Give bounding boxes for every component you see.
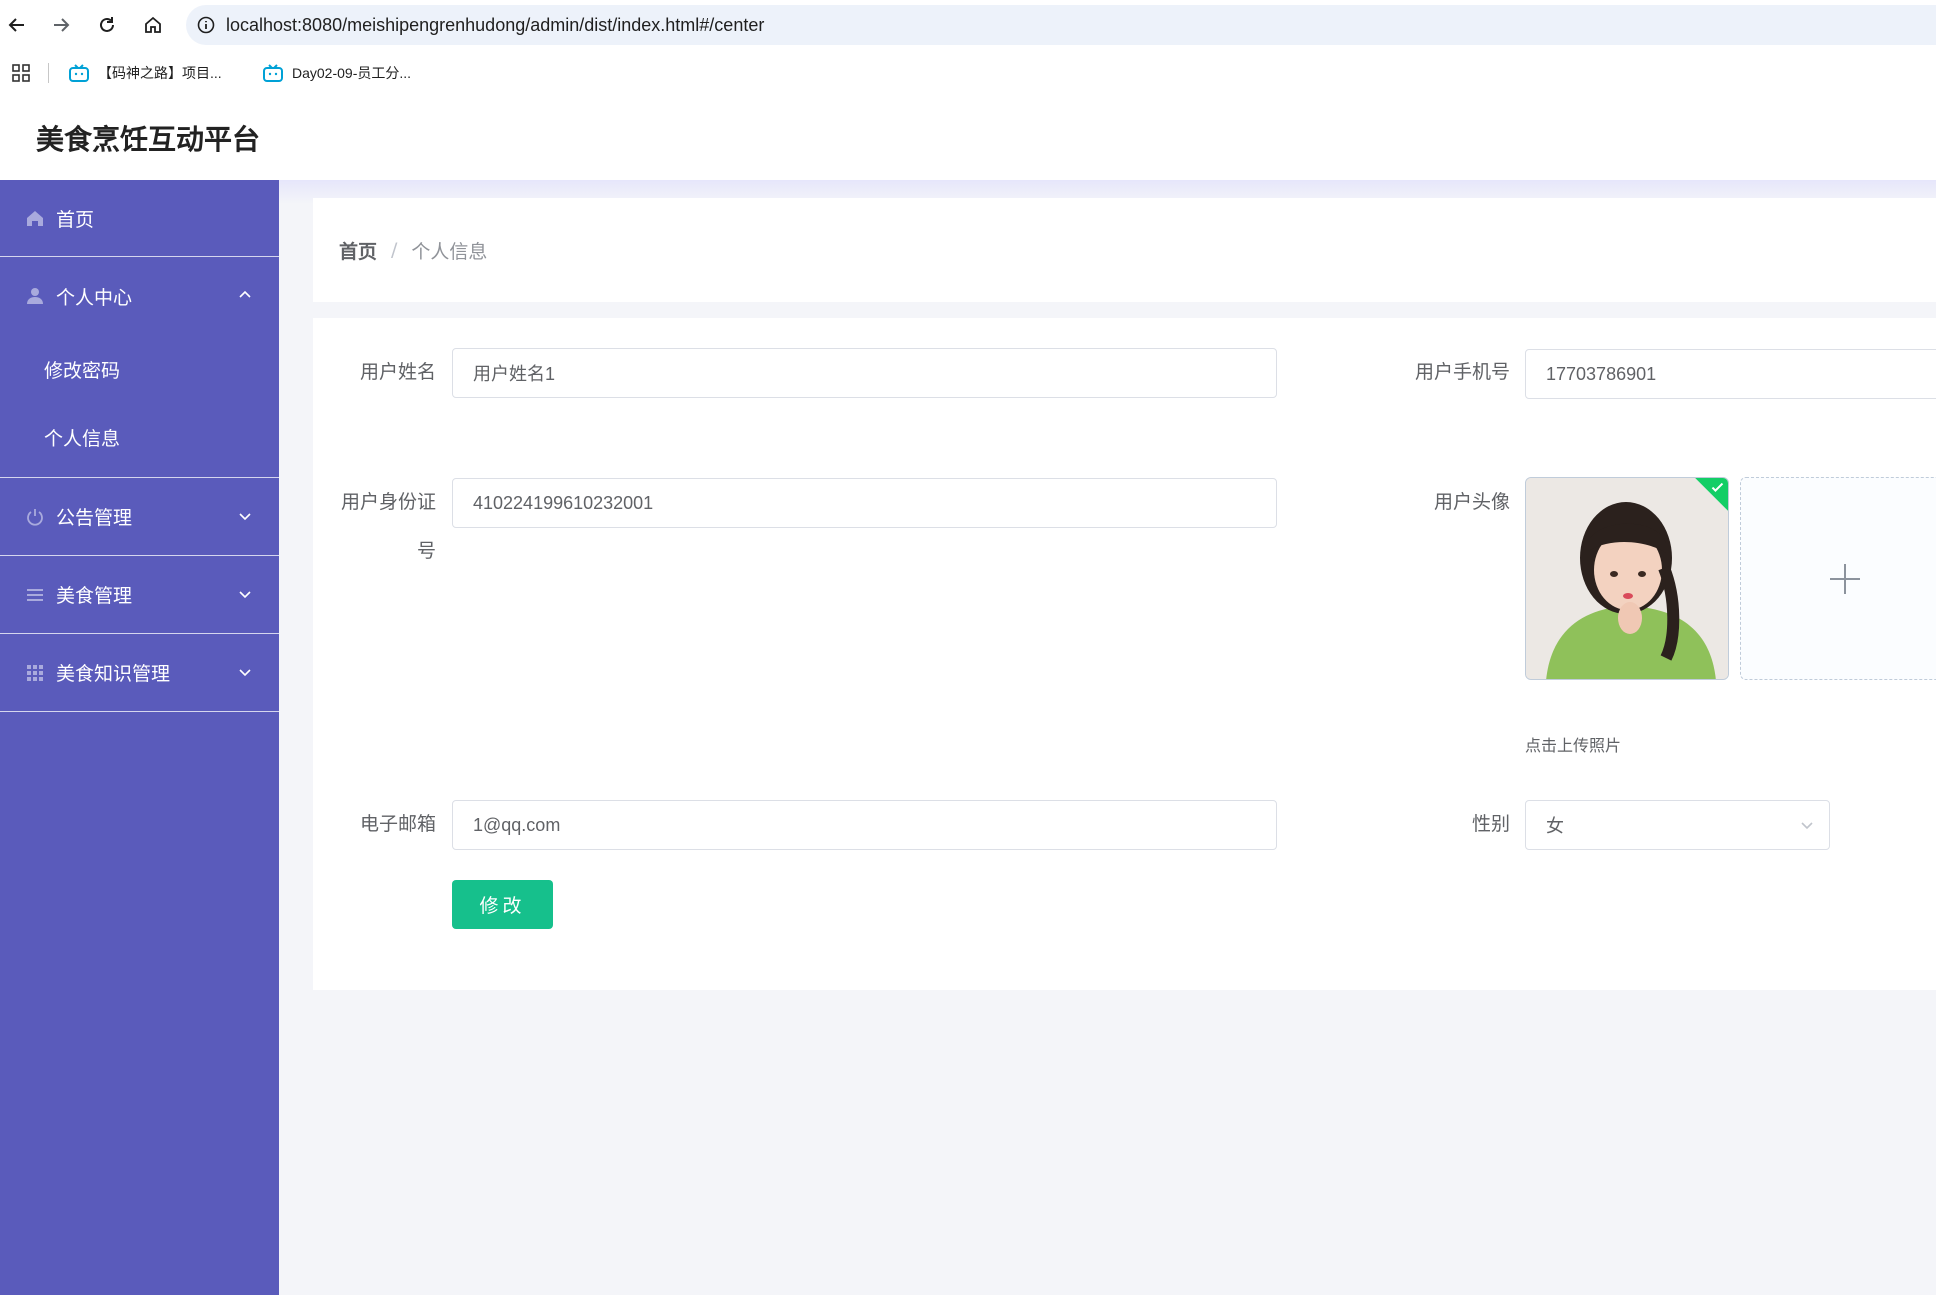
gender-select-value: 女 bbox=[1546, 816, 1564, 836]
sidebar-item-change-password[interactable]: 修改密码 bbox=[0, 335, 279, 403]
sidebar-item-profile[interactable]: 个人信息 bbox=[0, 403, 279, 471]
address-bar[interactable]: localhost:8080/meishipengrenhudong/admin… bbox=[186, 5, 1936, 45]
phone-input[interactable]: 17703786901 bbox=[1525, 349, 1936, 399]
user-icon bbox=[24, 285, 46, 307]
sidebar-item-notice[interactable]: 公告管理 bbox=[0, 478, 279, 556]
sidebar-item-label: 公告管理 bbox=[56, 507, 133, 529]
browser-toolbar: localhost:8080/meishipengrenhudong/admin… bbox=[0, 0, 1936, 50]
email-input[interactable]: 1@qq.com bbox=[452, 800, 1277, 850]
grid-icon bbox=[24, 662, 46, 684]
plus-icon bbox=[1830, 563, 1860, 594]
idcard-label: 用户身份证号 bbox=[340, 491, 436, 562]
chevron-up-icon bbox=[239, 290, 251, 298]
gender-select[interactable]: 女 bbox=[1525, 800, 1830, 850]
breadcrumb-current: 个人信息 bbox=[411, 240, 488, 263]
bookmarks-bar: 【码神之路】项目... Day02-09-员工分... bbox=[0, 52, 1936, 92]
bookmark-item[interactable]: Day02-09-员工分... bbox=[262, 60, 411, 86]
idcard-input[interactable]: 410224199610232001 bbox=[452, 478, 1277, 528]
sidebar-item-food-knowledge[interactable]: 美食知识管理 bbox=[0, 634, 279, 712]
avatar-image[interactable] bbox=[1525, 477, 1729, 680]
breadcrumb-separator: / bbox=[391, 239, 398, 261]
chevron-down-icon bbox=[1801, 822, 1813, 830]
bookmark-divider bbox=[48, 63, 49, 83]
apps-grid-icon[interactable] bbox=[10, 62, 32, 84]
sidebar-item-home[interactable]: 首页 bbox=[0, 180, 279, 257]
bookmark-item[interactable]: 【码神之路】项目... bbox=[68, 60, 222, 86]
sidebar-item-food[interactable]: 美食管理 bbox=[0, 556, 279, 634]
upload-button[interactable] bbox=[1740, 477, 1936, 680]
chevron-down-icon bbox=[239, 513, 251, 521]
back-icon[interactable] bbox=[4, 12, 30, 38]
breadcrumb: 首页 / 个人信息 bbox=[313, 198, 1936, 302]
chevron-down-icon bbox=[239, 669, 251, 677]
upload-tip: 点击上传照片 bbox=[1525, 736, 1622, 755]
home-icon[interactable] bbox=[140, 12, 166, 38]
app-header: 美食烹饪互动平台 bbox=[0, 92, 1936, 182]
forward-icon[interactable] bbox=[48, 12, 74, 38]
username-input[interactable]: 用户姓名1 bbox=[452, 348, 1277, 398]
gender-label: 性别 bbox=[1471, 813, 1510, 835]
list-icon bbox=[24, 584, 46, 606]
breadcrumb-home[interactable]: 首页 bbox=[339, 237, 377, 264]
email-label: 电子邮箱 bbox=[359, 813, 436, 835]
url-text: localhost:8080/meishipengrenhudong/admin… bbox=[226, 14, 765, 35]
home-icon bbox=[24, 207, 46, 229]
phone-label: 用户手机号 bbox=[1414, 361, 1510, 383]
bilibili-icon bbox=[263, 64, 283, 82]
avatar-label: 用户头像 bbox=[1433, 491, 1510, 513]
sidebar: 首页 个人中心 修改密码 个人信息 公告管理 美食管理 美食知识管理 bbox=[0, 180, 279, 1295]
sidebar-item-personal-center[interactable]: 个人中心 bbox=[0, 257, 279, 335]
app-title: 美食烹饪互动平台 bbox=[36, 123, 261, 156]
check-icon bbox=[1711, 482, 1724, 492]
bilibili-icon bbox=[69, 64, 89, 82]
reload-icon[interactable] bbox=[94, 12, 120, 38]
sidebar-item-label: 个人中心 bbox=[56, 286, 133, 309]
bookmark-label: Day02-09-员工分... bbox=[292, 65, 412, 81]
power-icon bbox=[24, 506, 46, 528]
username-label: 用户姓名 bbox=[359, 361, 436, 383]
bookmark-label: 【码神之路】项目... bbox=[98, 65, 222, 81]
personal-center-submenu: 修改密码 个人信息 bbox=[0, 335, 279, 478]
chevron-down-icon bbox=[239, 591, 251, 599]
avatar-portrait bbox=[1526, 478, 1728, 679]
submit-button[interactable]: 修改 bbox=[452, 880, 553, 929]
sidebar-item-label: 美食管理 bbox=[56, 585, 133, 607]
sidebar-item-label: 美食知识管理 bbox=[56, 663, 171, 685]
site-info-icon[interactable] bbox=[186, 5, 226, 45]
sidebar-item-label: 首页 bbox=[56, 208, 95, 231]
